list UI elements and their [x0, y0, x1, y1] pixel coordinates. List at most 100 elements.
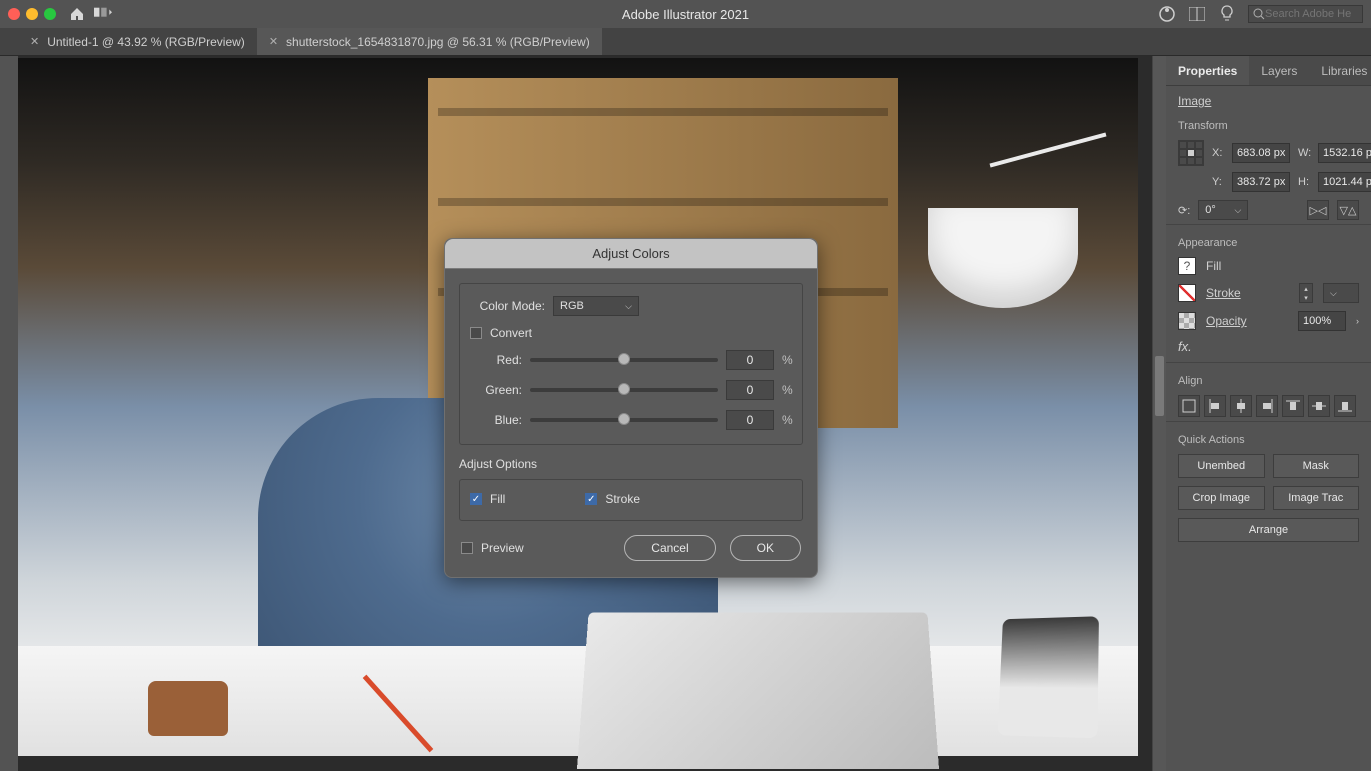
align-left-button[interactable] [1204, 395, 1226, 417]
tab-label: shutterstock_1654831870.jpg @ 56.31 % (R… [286, 35, 590, 49]
color-group: Color Mode: RGB ⌵ Convert Red: [459, 283, 803, 445]
stroke-label: Stroke [605, 492, 640, 506]
align-top-button[interactable] [1282, 395, 1304, 417]
x-input[interactable] [1232, 143, 1290, 163]
fx-button[interactable]: fx. [1178, 339, 1192, 354]
image-trace-button[interactable]: Image Trac [1273, 486, 1360, 510]
arrange-documents-icon[interactable] [1188, 5, 1206, 23]
y-input[interactable] [1232, 172, 1290, 192]
blue-label: Blue: [470, 413, 522, 427]
align-right-button[interactable] [1256, 395, 1278, 417]
align-to-button[interactable] [1178, 395, 1200, 417]
align-bottom-button[interactable] [1334, 395, 1356, 417]
preview-checkbox[interactable] [461, 542, 473, 554]
document-tab-0[interactable]: ✕ Untitled-1 @ 43.92 % (RGB/Preview) [18, 28, 257, 55]
opacity-input[interactable] [1298, 311, 1346, 331]
appearance-header: Appearance [1178, 237, 1359, 249]
chevron-right-icon[interactable]: › [1356, 316, 1359, 326]
reference-point-selector[interactable] [1178, 140, 1204, 166]
close-icon[interactable]: ✕ [30, 35, 39, 48]
fill-label: Fill [1206, 259, 1221, 273]
menu-bar: Adobe Illustrator 2021 [0, 0, 1371, 28]
stroke-checkbox[interactable]: ✓ [585, 493, 597, 505]
window-controls [8, 8, 56, 20]
properties-panel: Properties Layers Libraries Image Transf… [1166, 56, 1371, 771]
stroke-swatch[interactable] [1178, 284, 1196, 302]
tool-strip[interactable] [0, 56, 18, 771]
scrollbar-thumb[interactable] [1155, 356, 1164, 416]
green-slider[interactable] [530, 388, 718, 392]
chevron-down-icon: ⌵ [1330, 288, 1337, 299]
close-icon[interactable]: ✕ [269, 35, 278, 48]
canvas-scrollbar-vertical[interactable] [1152, 56, 1166, 771]
color-mode-label: Color Mode: [470, 299, 545, 313]
tab-properties[interactable]: Properties [1166, 56, 1249, 85]
w-input[interactable] [1318, 143, 1371, 163]
align-header: Align [1178, 375, 1359, 387]
image-laptop-region [577, 612, 939, 769]
fill-label: Fill [490, 492, 505, 506]
cancel-button[interactable]: Cancel [624, 535, 715, 561]
red-slider[interactable] [530, 358, 718, 362]
document-tab-1[interactable]: ✕ shutterstock_1654831870.jpg @ 56.31 % … [257, 28, 602, 55]
align-vcenter-button[interactable] [1308, 395, 1330, 417]
tab-libraries[interactable]: Libraries [1309, 56, 1371, 85]
menubar-right [1158, 5, 1363, 23]
slider-knob[interactable] [618, 413, 630, 425]
stroke-weight-stepper[interactable]: ▴▾ [1299, 283, 1313, 303]
flip-vertical-button[interactable]: ▽△ [1337, 200, 1359, 220]
quick-actions-header: Quick Actions [1178, 434, 1359, 446]
opacity-swatch[interactable] [1178, 312, 1196, 330]
adjust-options-section: Adjust Options ✓ Fill ✓ Stroke [459, 457, 803, 521]
home-icon[interactable] [68, 5, 86, 23]
blue-value-input[interactable] [726, 410, 774, 430]
w-label: W: [1298, 147, 1312, 159]
arrange-button[interactable]: Arrange [1178, 518, 1359, 542]
rotate-value: 0° [1205, 204, 1216, 216]
preview-label: Preview [481, 541, 524, 555]
tab-layers[interactable]: Layers [1249, 56, 1309, 85]
cloud-sync-icon[interactable] [1158, 5, 1176, 23]
tab-label: Untitled-1 @ 43.92 % (RGB/Preview) [47, 35, 245, 49]
fill-checkbox[interactable]: ✓ [470, 493, 482, 505]
canvas-area[interactable]: Adjust Colors Color Mode: RGB ⌵ Convert [18, 56, 1152, 771]
menubar-left [8, 5, 112, 23]
ok-button[interactable]: OK [730, 535, 801, 561]
green-value-input[interactable] [726, 380, 774, 400]
blue-slider[interactable] [530, 418, 718, 422]
search-icon [1253, 8, 1265, 20]
workspace-switcher-icon[interactable] [94, 5, 112, 23]
transform-header: Transform [1178, 120, 1359, 132]
flip-horizontal-button[interactable]: ▷◁ [1307, 200, 1329, 220]
rotate-select[interactable]: 0° ⌵ [1198, 200, 1248, 220]
color-mode-select[interactable]: RGB ⌵ [553, 296, 639, 316]
percent-label: % [782, 353, 792, 367]
h-input[interactable] [1318, 172, 1371, 192]
window-close-button[interactable] [8, 8, 20, 20]
red-label: Red: [470, 353, 522, 367]
window-maximize-button[interactable] [44, 8, 56, 20]
chevron-down-icon: ⌵ [625, 301, 632, 312]
image-tablet-region [998, 616, 1099, 738]
stroke-weight-select[interactable]: ⌵ [1323, 283, 1359, 303]
percent-label: % [782, 383, 792, 397]
image-lamp-region [928, 208, 1078, 308]
window-minimize-button[interactable] [26, 8, 38, 20]
workspace: Adjust Colors Color Mode: RGB ⌵ Convert [0, 56, 1371, 771]
crop-image-button[interactable]: Crop Image [1178, 486, 1265, 510]
align-hcenter-button[interactable] [1230, 395, 1252, 417]
unembed-button[interactable]: Unembed [1178, 454, 1265, 478]
opacity-label: Opacity [1206, 314, 1247, 328]
learn-icon[interactable] [1218, 5, 1236, 23]
slider-knob[interactable] [618, 353, 630, 365]
slider-knob[interactable] [618, 383, 630, 395]
red-value-input[interactable] [726, 350, 774, 370]
chevron-down-icon: ⌵ [1234, 205, 1241, 216]
x-label: X: [1212, 147, 1226, 159]
help-search-input[interactable] [1265, 8, 1355, 20]
help-search[interactable] [1248, 5, 1363, 23]
selection-type-link[interactable]: Image [1178, 94, 1211, 108]
fill-swatch[interactable]: ? [1178, 257, 1196, 275]
convert-checkbox[interactable] [470, 327, 482, 339]
mask-button[interactable]: Mask [1273, 454, 1360, 478]
